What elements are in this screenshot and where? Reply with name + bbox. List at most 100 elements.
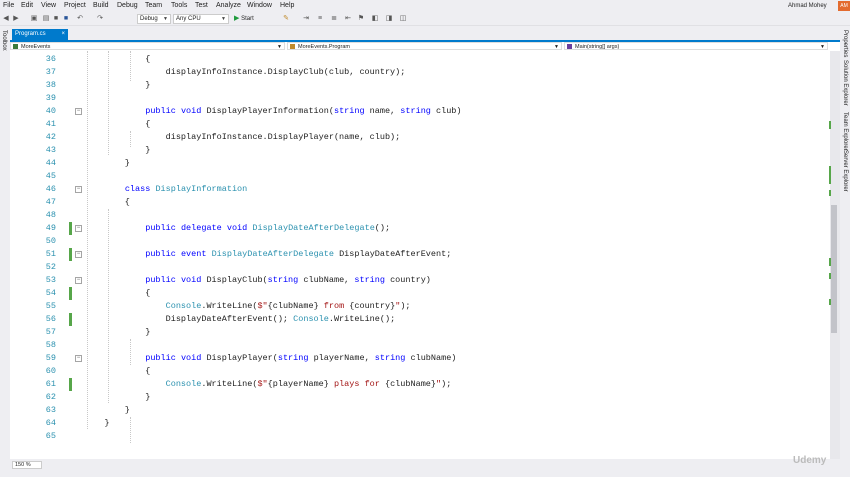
menu-team[interactable]: Team — [145, 2, 162, 9]
toolbox-tab[interactable]: Toolbox — [1, 30, 7, 51]
collapse-icon[interactable]: − — [75, 186, 82, 193]
bookmark-next-icon[interactable]: ◨ — [385, 15, 393, 23]
collapse-icon[interactable]: − — [75, 277, 82, 284]
code-line[interactable]: } — [84, 326, 150, 339]
redo-icon[interactable]: ↷ — [96, 15, 104, 23]
tab-program-cs[interactable]: Program.cs × — [12, 29, 68, 40]
code-line[interactable]: public delegate void DisplayDateAfterDel… — [84, 222, 390, 235]
collapse-icon[interactable]: − — [75, 251, 82, 258]
team-explorer-tab[interactable]: Team Explorer — [842, 112, 848, 151]
back-icon[interactable]: ◀ — [2, 15, 10, 23]
find-icon[interactable]: ✎ — [282, 15, 290, 23]
menu-build[interactable]: Build — [93, 2, 109, 9]
code-token: DisplayDateAfterDelegate — [211, 249, 334, 259]
line-number: 65 — [45, 431, 56, 441]
code-token: public — [145, 275, 176, 285]
toolbar: ◀ ▶ ▣ ▤ ■ ■ ↶ ↷ Debug ▼ Any CPU ▼ ▶ Star… — [0, 12, 850, 26]
comment-icon[interactable]: ≡ — [316, 15, 324, 23]
user-name[interactable]: Ahmad Mohey — [788, 3, 827, 9]
line-number: 58 — [45, 340, 56, 350]
code-line[interactable]: } — [84, 79, 150, 92]
code-token: { — [84, 54, 151, 64]
code-line[interactable]: public void DisplayClub(string clubName,… — [84, 274, 431, 287]
line-number: 54 — [45, 288, 56, 298]
solution-explorer-tab[interactable]: Solution Explorer — [842, 60, 848, 106]
code-line[interactable]: public void DisplayPlayerInformation(str… — [84, 105, 462, 118]
menu-file[interactable]: File — [3, 2, 14, 9]
menu-test[interactable]: Test — [195, 2, 208, 9]
server-explorer-tab[interactable]: Server Explorer — [842, 150, 848, 192]
avatar[interactable]: AM — [838, 1, 850, 11]
menu-edit[interactable]: Edit — [21, 2, 33, 9]
save-icon[interactable]: ■ — [52, 15, 60, 23]
member-dropdown[interactable]: Main(string[] args) ▼ — [564, 42, 828, 50]
project-dropdown[interactable]: MoreEvents ▼ — [10, 42, 285, 50]
bookmark-icon[interactable]: ⚑ — [357, 15, 365, 23]
code-line[interactable]: { — [84, 53, 150, 66]
forward-icon[interactable]: ▶ — [12, 15, 20, 23]
menu-bar: File Edit View Project Build Debug Team … — [0, 0, 850, 12]
code-line[interactable]: Console.WriteLine($"{clubName} from {cou… — [84, 300, 411, 313]
code-token: } — [84, 327, 151, 337]
menu-project[interactable]: Project — [64, 2, 86, 9]
open-file-icon[interactable]: ▤ — [42, 15, 50, 23]
code-line[interactable]: } — [84, 404, 130, 417]
collapse-icon[interactable]: − — [75, 355, 82, 362]
code-line[interactable]: DisplayDateAfterEvent(); Console.WriteLi… — [84, 313, 396, 326]
code-token: } — [84, 418, 110, 428]
scrollbar-thumb[interactable] — [831, 205, 837, 333]
code-line[interactable]: } — [84, 157, 130, 170]
clear-bookmarks-icon[interactable]: ◫ — [399, 15, 407, 23]
code-line[interactable]: { — [84, 287, 150, 300]
code-token: .WriteLine( — [201, 379, 258, 389]
code-line[interactable]: { — [84, 196, 130, 209]
code-token: {playerName} — [267, 379, 329, 389]
menu-help[interactable]: Help — [280, 2, 294, 9]
uncomment-icon[interactable]: ≣ — [330, 15, 338, 23]
line-number: 64 — [45, 418, 56, 428]
code-line[interactable]: { — [84, 365, 150, 378]
menu-window[interactable]: Window — [247, 2, 272, 9]
code-line[interactable]: } — [84, 144, 150, 157]
code-line[interactable]: public event DisplayDateAfterDelegate Di… — [84, 248, 451, 261]
bookmark-prev-icon[interactable]: ◧ — [371, 15, 379, 23]
start-button[interactable]: ▶ Start — [234, 14, 254, 24]
menu-analyze[interactable]: Analyze — [216, 2, 241, 9]
menu-debug[interactable]: Debug — [117, 2, 138, 9]
code-line[interactable]: public void DisplayPlayer(string playerN… — [84, 352, 456, 365]
undo-icon[interactable]: ↶ — [76, 15, 84, 23]
menu-view[interactable]: View — [41, 2, 56, 9]
collapse-icon[interactable]: − — [75, 108, 82, 115]
code-token: displayInfoInstance.DisplayClub(club, co… — [84, 67, 406, 77]
code-line[interactable]: } — [84, 417, 110, 430]
change-indicator — [69, 378, 72, 391]
type-dropdown[interactable]: MoreEvents.Program ▼ — [287, 42, 562, 50]
configuration-dropdown[interactable]: Debug ▼ — [137, 14, 171, 24]
code-line[interactable]: displayInfoInstance.DisplayClub(club, co… — [84, 66, 406, 79]
code-line[interactable]: { — [84, 118, 150, 131]
code-token: event — [180, 249, 207, 259]
zoom-dropdown[interactable]: 150 % — [12, 461, 42, 469]
close-icon[interactable]: × — [61, 29, 65, 40]
code-token: ); — [441, 379, 452, 389]
code-token: displayInfoInstance.DisplayPlayer(name, … — [84, 132, 401, 142]
code-line[interactable]: class DisplayInformation — [84, 183, 247, 196]
code-line[interactable]: Console.WriteLine($"{playerName} plays f… — [84, 378, 452, 391]
new-project-icon[interactable]: ▣ — [30, 15, 38, 23]
chevron-down-icon: ▼ — [820, 44, 825, 50]
code-token: DisplayInformation — [155, 184, 248, 194]
indent-icon[interactable]: ⇤ — [344, 15, 352, 23]
platform-dropdown[interactable]: Any CPU ▼ — [173, 14, 229, 24]
code-editor[interactable]: 36 37 38 39 40 41 42 43 44 45 46 47 48 49 50 51 52 53 54 55… — [10, 51, 830, 459]
save-all-icon[interactable]: ■ — [62, 15, 70, 23]
code-token: club) — [430, 106, 462, 116]
collapse-icon[interactable]: − — [75, 225, 82, 232]
code-line[interactable]: } — [84, 391, 150, 404]
code-line[interactable]: displayInfoInstance.DisplayPlayer(name, … — [84, 131, 401, 144]
code-token: Console — [165, 379, 202, 389]
menu-tools[interactable]: Tools — [171, 2, 187, 9]
properties-tab[interactable]: Properties — [842, 30, 848, 57]
step-icon[interactable]: ⇥ — [302, 15, 310, 23]
code-token: string — [333, 106, 365, 116]
